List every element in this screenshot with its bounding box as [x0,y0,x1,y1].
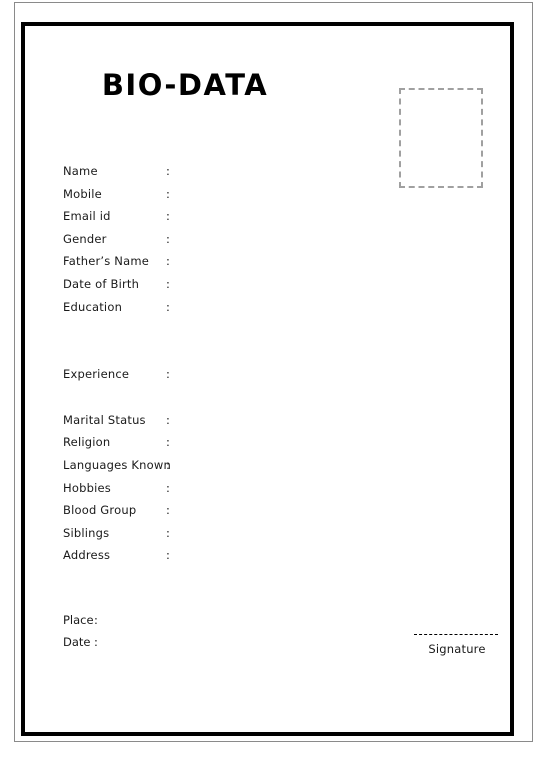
field-colon-languages-known: : [166,457,170,472]
field-label-date-of-birth: Date of Birth [63,276,140,291]
section-gap-education-experience [63,318,363,363]
field-label-place: Place [63,613,94,627]
field-colon-marital-status: : [166,412,170,427]
field-row-mobile[interactable]: Mobile : [63,183,363,206]
field-label-experience: Experience [63,367,130,382]
field-row-email-id[interactable]: Email id : [63,205,363,228]
field-colon-date-of-birth: : [166,276,170,291]
field-colon-siblings: : [166,525,170,540]
place-date-block: Place : Date : [63,609,263,653]
field-label-fathers-name: Father’s Name [63,254,150,269]
field-label-siblings: Siblings [63,525,110,540]
field-label-email-id: Email id [63,209,111,224]
field-label-date: Date [63,635,91,649]
field-label-hobbies: Hobbies [63,480,111,495]
page-border: BIO-DATA Name : Mobile : Email id : Gend… [21,22,514,736]
field-label-marital-status: Marital Status [63,412,146,427]
field-label-languages-known: Languages Known [63,457,171,472]
fields-list: Name : Mobile : Email id : Gender : Fath… [63,160,363,567]
field-colon-name: : [166,164,170,178]
field-label-religion: Religion [63,435,111,450]
field-label-address: Address [63,548,111,563]
field-label-gender: Gender [63,231,107,246]
field-label-mobile: Mobile [63,186,102,201]
field-colon-fathers-name: : [166,254,170,269]
photo-placeholder-box[interactable] [399,88,483,188]
signature-block: Signature [414,634,500,656]
field-row-name[interactable]: Name : [63,160,363,183]
signature-label: Signature [428,642,486,656]
field-colon-date: : [94,635,98,649]
field-row-date[interactable]: Date : [63,631,263,653]
field-row-hobbies[interactable]: Hobbies : [63,477,363,500]
field-row-address[interactable]: Address : [63,544,363,567]
field-colon-education: : [166,299,170,314]
field-row-marital-status[interactable]: Marital Status : [63,409,363,432]
field-row-siblings[interactable]: Siblings : [63,522,363,545]
field-colon-experience: : [166,367,170,382]
page-title: BIO-DATA [101,68,269,102]
field-label-name: Name [63,164,98,178]
field-label-education: Education [63,299,123,314]
field-row-gender[interactable]: Gender : [63,228,363,251]
field-row-date-of-birth[interactable]: Date of Birth : [63,273,363,296]
section-gap-experience-marital [63,386,363,409]
signature-line[interactable] [414,634,498,635]
field-row-blood-group[interactable]: Blood Group : [63,499,363,522]
field-row-languages-known[interactable]: Languages Known : [63,454,363,477]
field-label-blood-group: Blood Group [63,503,137,518]
field-colon-hobbies: : [166,480,170,495]
field-colon-gender: : [166,231,170,246]
field-row-place[interactable]: Place : [63,609,263,631]
field-colon-address: : [166,548,170,563]
field-row-religion[interactable]: Religion : [63,431,363,454]
field-colon-blood-group: : [166,503,170,518]
field-colon-email-id: : [166,209,170,224]
page-content: BIO-DATA Name : Mobile : Email id : Gend… [25,26,510,732]
field-row-experience[interactable]: Experience : [63,363,363,386]
field-colon-place: : [94,613,98,627]
field-colon-religion: : [166,435,170,450]
field-row-fathers-name[interactable]: Father’s Name : [63,250,363,273]
field-colon-mobile: : [166,186,170,201]
field-row-education[interactable]: Education : [63,296,363,319]
